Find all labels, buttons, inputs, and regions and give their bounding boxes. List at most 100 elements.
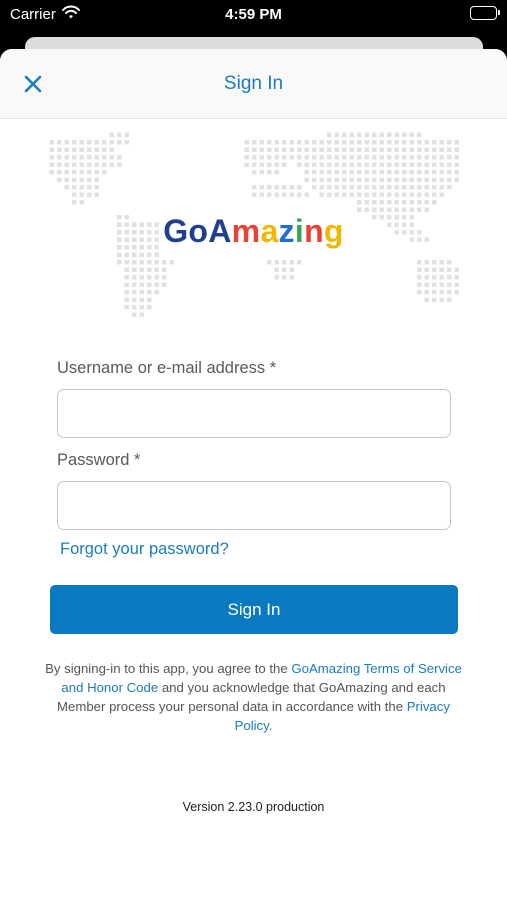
map-dot [79,155,84,160]
map-dot [304,155,309,160]
map-dot [387,207,392,212]
map-dot [334,140,339,145]
map-dot [244,147,249,152]
map-dot [72,155,77,160]
map-dot [417,207,422,212]
map-dot [297,192,302,197]
map-dot [64,140,69,145]
map-dot [124,252,129,257]
username-input[interactable] [57,389,451,438]
map-dot [349,177,354,182]
logo-letters-6: g [323,213,344,249]
map-dot [357,162,362,167]
map-dot [432,177,437,182]
map-dot [304,177,309,182]
map-dot [319,140,324,145]
map-dot [432,155,437,160]
map-dot [364,132,369,137]
map-dot [439,177,444,182]
map-dot [274,147,279,152]
map-dot [72,185,77,190]
map-dot [417,170,422,175]
map-dot [379,132,384,137]
map-dot [79,192,84,197]
map-dot [334,162,339,167]
map-dot [319,185,324,190]
forgot-password-link[interactable]: Forgot your password? [60,540,229,559]
map-dot [424,192,429,197]
map-dot [349,140,354,145]
map-dot [139,290,144,295]
sign-in-button[interactable]: Sign In [50,585,458,634]
map-dot [349,162,354,167]
map-dot [379,185,384,190]
map-dot [432,275,437,280]
map-dot [154,267,159,272]
map-dot [364,155,369,160]
map-dot [282,275,287,280]
map-dot [394,170,399,175]
map-dot [154,275,159,280]
map-dot [252,155,257,160]
map-dot [147,275,152,280]
map-dot [124,275,129,280]
map-dot [409,147,414,152]
map-dot [64,177,69,182]
map-dot [312,155,317,160]
map-dot [447,282,452,287]
map-dot [57,162,62,167]
map-dot [387,192,392,197]
legal-text-1: By signing-in to this app, you agree to … [45,661,292,676]
map-dot [379,192,384,197]
map-dot [364,162,369,167]
map-dot [304,170,309,175]
map-dot [267,185,272,190]
map-dot [402,177,407,182]
map-dot [72,162,77,167]
map-dot [454,147,459,152]
map-dot [132,252,137,257]
map-dot [304,140,309,145]
map-dot [289,147,294,152]
map-dot [289,260,294,265]
map-dot [109,155,114,160]
map-dot [297,162,302,167]
map-dot [364,140,369,145]
map-dot [94,140,99,145]
logo-letters-5: n [304,213,324,249]
map-dot [94,185,99,190]
map-dot [319,162,324,167]
map-dot [57,170,62,175]
map-dot [447,260,452,265]
map-dot [417,147,422,152]
map-dot [432,282,437,287]
map-dot [334,155,339,160]
map-dot [57,155,62,160]
map-dot [342,162,347,167]
map-dot [447,140,452,145]
map-dot [334,147,339,152]
map-dot [417,177,422,182]
map-dot [387,162,392,167]
map-dot [379,140,384,145]
map-dot [154,252,159,257]
map-dot [402,162,407,167]
map-dot [259,140,264,145]
map-dot [364,170,369,175]
password-input[interactable] [57,481,451,530]
map-dot [327,132,332,137]
map-dot [252,192,257,197]
map-dot [72,192,77,197]
map-dot [409,155,414,160]
map-dot [372,132,377,137]
map-dot [394,155,399,160]
map-dot [432,140,437,145]
map-dot [312,162,317,167]
map-dot [439,155,444,160]
map-dot [334,192,339,197]
map-dot [417,200,422,205]
map-dot [432,260,437,265]
map-dot [439,290,444,295]
map-dot [259,170,264,175]
map-dot [274,192,279,197]
